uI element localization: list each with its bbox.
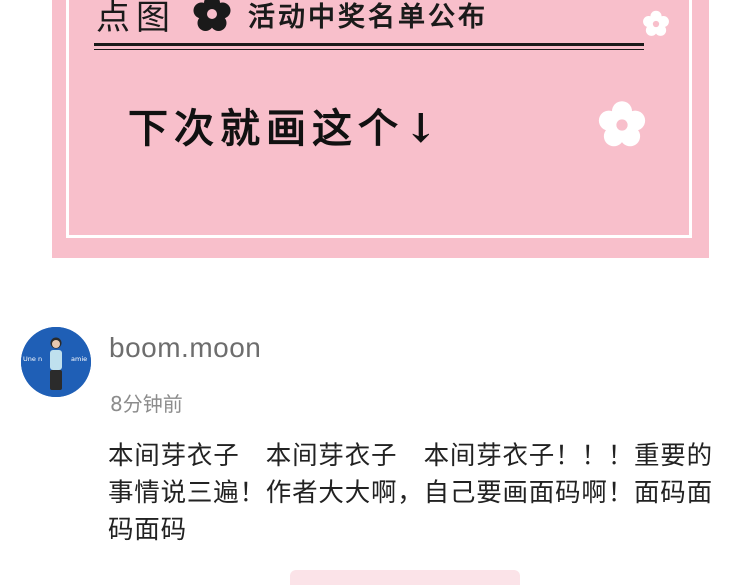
banner-title: 活动中奖名单公布: [248, 1, 488, 33]
flower-icon: [643, 10, 669, 36]
banner-divider: [94, 43, 644, 50]
banner-header: 点图 活动中奖名单公布: [96, 0, 488, 38]
comment-timestamp: 8分钟前: [110, 392, 183, 416]
banner-prefix: 点图: [96, 0, 176, 38]
flower-icon: [193, 0, 231, 31]
comment-item: Une n amie boom.moon 8分钟前 本间芽衣子 本间芽衣子 本间…: [0, 300, 750, 585]
avatar-image: Une n amie: [21, 327, 91, 397]
user-avatar[interactable]: Une n amie: [21, 327, 91, 397]
comment-username[interactable]: boom.moon: [109, 332, 261, 364]
svg-text:amie: amie: [71, 355, 87, 363]
svg-text:Une n: Une n: [23, 355, 42, 363]
next-item-preview: [290, 570, 520, 585]
comment-text: 本间芽衣子 本间芽衣子 本间芽衣子！！！重要的事情说三遍！作者大大啊，自己要画面…: [108, 441, 713, 545]
announcement-banner: 点图 活动中奖名单公布 下次就画这个↓: [52, 0, 709, 258]
flower-icon: [598, 101, 646, 147]
banner-subtitle: 下次就画这个↓: [128, 105, 444, 152]
